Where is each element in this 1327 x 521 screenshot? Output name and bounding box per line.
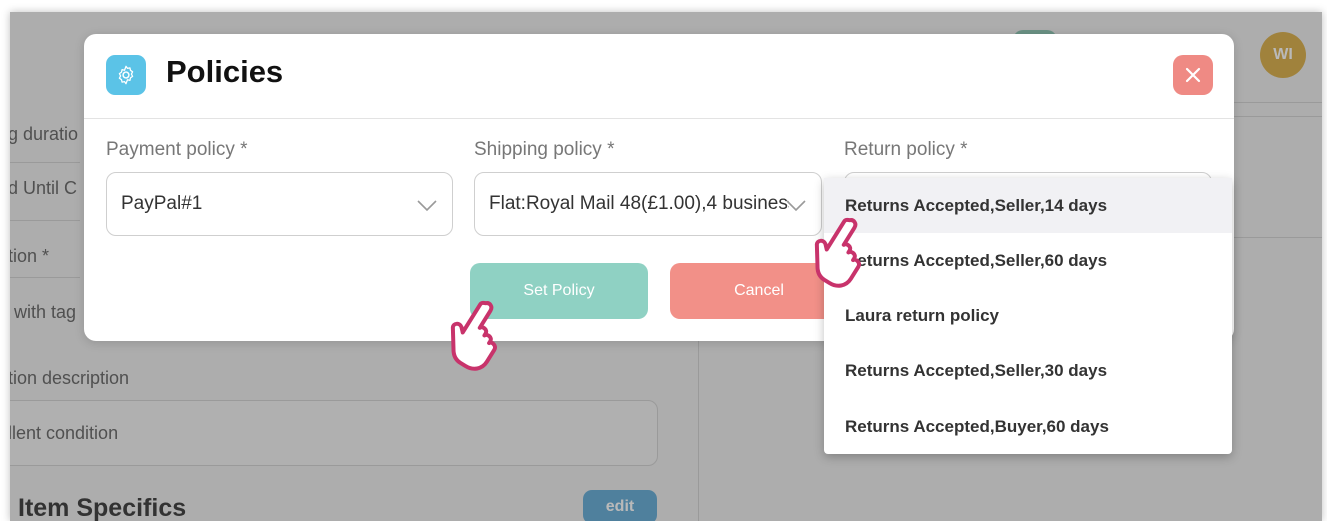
- chevron-down-icon: [417, 200, 437, 212]
- shipping-policy-label: Shipping policy *: [474, 139, 615, 160]
- modal-header: Policies: [84, 34, 1234, 119]
- dropdown-option[interactable]: Returns Accepted,Seller,60 days: [824, 233, 1232, 288]
- page-title: Policies: [166, 54, 284, 89]
- dropdown-option[interactable]: Returns Accepted,Buyer,60 days: [824, 399, 1232, 454]
- dropdown-option[interactable]: Returns Accepted,Seller,30 days: [824, 343, 1232, 398]
- dropdown-option[interactable]: Laura return policy: [824, 288, 1232, 343]
- payment-policy-label: Payment policy *: [106, 139, 248, 160]
- close-button[interactable]: [1173, 55, 1213, 95]
- payment-policy-value: PayPal#1: [121, 193, 203, 214]
- hand-pointer-icon: [814, 217, 861, 288]
- return-policy-dropdown: Returns Accepted,Seller,14 days Returns …: [824, 178, 1232, 454]
- payment-policy-select[interactable]: PayPal#1: [106, 172, 453, 236]
- close-icon: [1185, 67, 1201, 83]
- return-policy-label: Return policy *: [844, 139, 968, 160]
- dropdown-option[interactable]: Returns Accepted,Seller,14 days: [824, 178, 1232, 233]
- shipping-policy-select[interactable]: Flat:Royal Mail 48(£1.00),4 business: [474, 172, 822, 236]
- hand-pointer-icon: [450, 300, 497, 371]
- gear-icon: [106, 55, 146, 95]
- shipping-policy-value: Flat:Royal Mail 48(£1.00),4 business: [489, 193, 789, 214]
